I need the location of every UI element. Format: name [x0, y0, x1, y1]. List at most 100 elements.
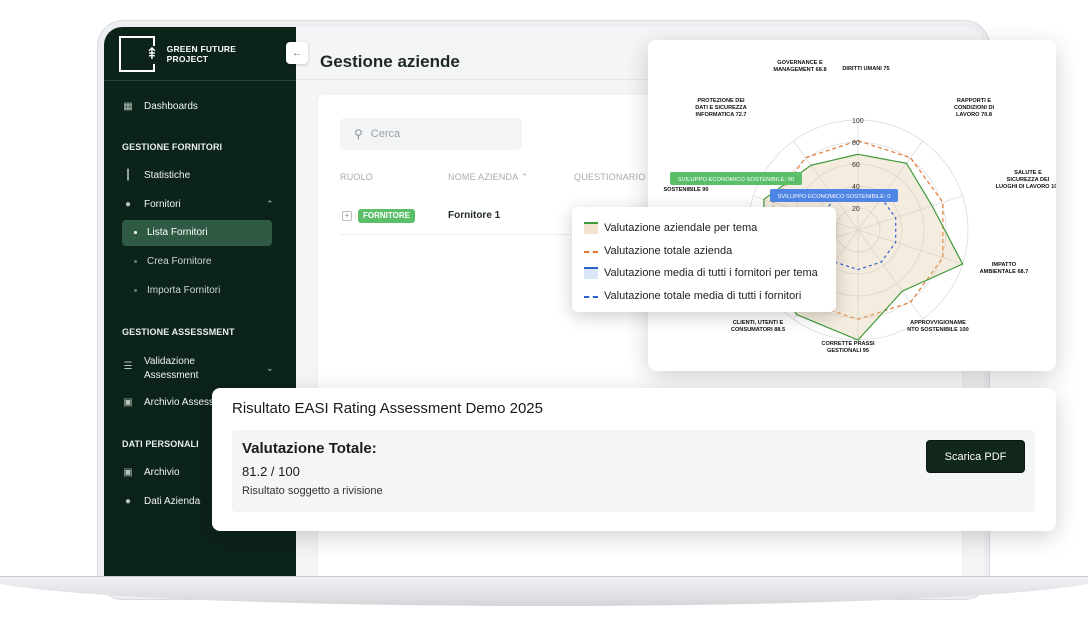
radar-tick-label: 80	[852, 140, 860, 147]
bar-chart-icon: ┃	[124, 170, 132, 181]
sidebar-item-dati-azienda[interactable]: ● Dati Azienda	[122, 496, 200, 507]
radar-axis-label: CLIENTI, UTENTI E	[733, 320, 784, 326]
logo[interactable]: ⇞ GREEN FUTURE PROJECT	[119, 35, 279, 73]
column-header-questionario[interactable]: QUESTIONARIO	[574, 172, 645, 182]
sidebar-item-lista-fornitori[interactable]: Lista Fornitori	[134, 227, 208, 238]
list-check-icon: ☰	[123, 361, 133, 372]
role-badge: FORNITORE	[358, 209, 415, 223]
chevron-down-icon[interactable]: ⌄	[266, 363, 274, 374]
legend-swatch	[584, 267, 598, 280]
sidebar-item-fornitori[interactable]: ● Fornitori	[122, 199, 181, 210]
sidebar-item-label: Crea Fornitore	[147, 256, 212, 267]
legend-item[interactable]: Valutazione media di tutti i fornitori p…	[584, 262, 824, 285]
radar-axis-label: LUOGHI DI LAVORO 100	[996, 184, 1056, 190]
sidebar-item-validazione[interactable]: ☰ Validazione Assessment	[122, 355, 199, 383]
legend-item[interactable]: Valutazione totale azienda	[584, 240, 824, 263]
radar-chart-card: 100 80 60 40 20 GOVERNANCE E MANAGEMENT 68.8 DI…	[648, 40, 1056, 371]
collapse-sidebar-button[interactable]: ←	[286, 42, 308, 64]
bullet-icon	[134, 260, 137, 263]
chart-legend: Valutazione aziendale per tema Valutazio…	[572, 207, 836, 312]
score-note: Risultato soggetto a rivisione	[242, 485, 383, 497]
bullet-icon	[134, 231, 137, 234]
sidebar-item-dashboards[interactable]: ▦ Dashboards	[122, 101, 198, 112]
radar-tick-label: 20	[852, 206, 860, 213]
sidebar-item-label: Validazione Assessment	[144, 355, 198, 383]
logo-text: GREEN FUTURE PROJECT	[166, 44, 237, 64]
sidebar-divider	[104, 80, 296, 81]
radar-axis-label: DATI E SICUREZZA	[695, 105, 746, 111]
section-dati-personali: DATI PERSONALI	[122, 439, 199, 449]
sidebar-item-label: Statistiche	[144, 170, 191, 181]
tooltip-text: SVILUPPO ECONOMICO SOSTENIBILE: 0	[777, 194, 890, 200]
download-pdf-button[interactable]: Scarica PDF	[926, 440, 1025, 473]
logo-mark: ⇞	[119, 36, 159, 72]
laptop-base	[0, 576, 1088, 606]
sidebar-item-label: Fornitori	[144, 199, 181, 210]
radar-axis-label: NTO SOSTENIBILE 100	[907, 327, 968, 333]
radar-axis-label: AMBIENTALE 68.7	[980, 269, 1029, 275]
legend-swatch	[584, 295, 598, 298]
section-gestione-fornitori: GESTIONE FORNITORI	[122, 142, 223, 152]
tooltip-text: SVILUPPO ECONOMICO SOSTENIBILE: 90	[678, 177, 794, 183]
section-gestione-assessment: GESTIONE ASSESSMENT	[122, 327, 235, 337]
legend-label: Valutazione media di tutti i fornitori p…	[604, 267, 818, 280]
page-title: Gestione aziende	[320, 52, 460, 71]
radar-tick-label: 60	[852, 162, 860, 169]
sidebar-item-statistiche[interactable]: ┃ Statistiche	[122, 170, 190, 181]
score-label: Valutazione Totale:	[242, 440, 377, 457]
radar-axis-label: CORRETTE PRASSI	[821, 341, 875, 347]
archive-icon: ▣	[123, 467, 133, 478]
radar-axis-label: INFORMATICA 72.7	[696, 112, 747, 118]
radar-axis-label: GOVERNANCE E	[777, 60, 823, 66]
search-input[interactable]: ⚲ Cerca	[340, 118, 522, 150]
radar-tick-label: 100	[852, 118, 864, 125]
column-header-nome-azienda[interactable]: NOME AZIENDA ⌃	[448, 172, 528, 183]
search-placeholder: Cerca	[370, 128, 401, 140]
sidebar-item-label: Dashboards	[144, 101, 198, 112]
sidebar-item-label: Dati Azienda	[144, 496, 201, 507]
grid-icon: ▦	[123, 101, 133, 112]
radar-chart: 10080604020GOVERNANCE EMANAGEMENT 68.8 DI…	[663, 60, 1056, 354]
label-line-2: Assessment	[144, 370, 199, 381]
radar-axis-label: LAVORO 70.8	[956, 112, 992, 118]
radar-axis-label: RAPPORTI E	[957, 98, 991, 104]
legend-swatch	[584, 222, 598, 235]
legend-label: Valutazione totale media di tutti i forn…	[604, 289, 802, 302]
radar-axis-label: CONSUMATORI 88.5	[731, 327, 785, 333]
label-line-1: Validazione	[144, 356, 195, 367]
supplier-name[interactable]: Fornitore 1	[448, 210, 500, 221]
radar-axis-label: MANAGEMENT 68.8	[773, 67, 826, 73]
radar-axis-label: PROTEZIONE DEI	[697, 98, 745, 104]
chevron-up-icon[interactable]: ⌃	[266, 199, 274, 210]
legend-item[interactable]: Valutazione totale media di tutti i forn…	[584, 285, 824, 308]
expand-row-button[interactable]: +	[342, 211, 352, 221]
radar-axis-label: GESTIONALI 95	[827, 348, 869, 354]
pin-icon: ●	[124, 199, 132, 210]
column-header-ruolo[interactable]: RUOLO	[340, 172, 373, 182]
sidebar-item-label: Importa Fornitori	[147, 285, 221, 296]
sidebar-item-archivio[interactable]: ▣ Archivio	[122, 467, 179, 478]
legend-label: Valutazione totale azienda	[604, 244, 733, 257]
score-panel: Valutazione Totale: 81.2 / 100 Risultato…	[232, 430, 1035, 512]
sidebar-item-crea-fornitore[interactable]: Crea Fornitore	[134, 256, 211, 267]
result-card: Risultato EASI Rating Assessment Demo 20…	[212, 388, 1056, 531]
radar-axis-label: SICUREZZA DEI	[1007, 177, 1050, 183]
radar-axis-label: CONDIZIONI DI	[954, 105, 995, 111]
radar-axis-label: SALUTE E	[1014, 170, 1042, 176]
radar-axis-label: IMPATTO	[992, 262, 1017, 268]
stage: ⇞ GREEN FUTURE PROJECT ▦ Dashboards GEST…	[0, 0, 1088, 624]
legend-item[interactable]: Valutazione aziendale per tema	[584, 217, 824, 240]
user-icon: ●	[124, 496, 132, 507]
legend-swatch	[584, 250, 598, 253]
legend-label: Valutazione aziendale per tema	[604, 222, 758, 235]
bullet-icon	[134, 289, 137, 292]
sidebar-item-label: Lista Fornitori	[147, 227, 208, 238]
search-icon: ⚲	[354, 127, 363, 141]
radar-axis-label: DIRITTI UMANI 75	[842, 66, 889, 72]
radar-axis-label: SOSTENIBILE 90	[663, 187, 708, 193]
sidebar-item-importa-fornitori[interactable]: Importa Fornitori	[134, 285, 220, 296]
archive-icon: ▣	[123, 397, 133, 408]
tree-icon: ⇞	[145, 46, 159, 64]
score-value: 81.2 / 100	[242, 464, 300, 479]
radar-axis-label: APPROVVIGIONAME	[910, 320, 966, 326]
